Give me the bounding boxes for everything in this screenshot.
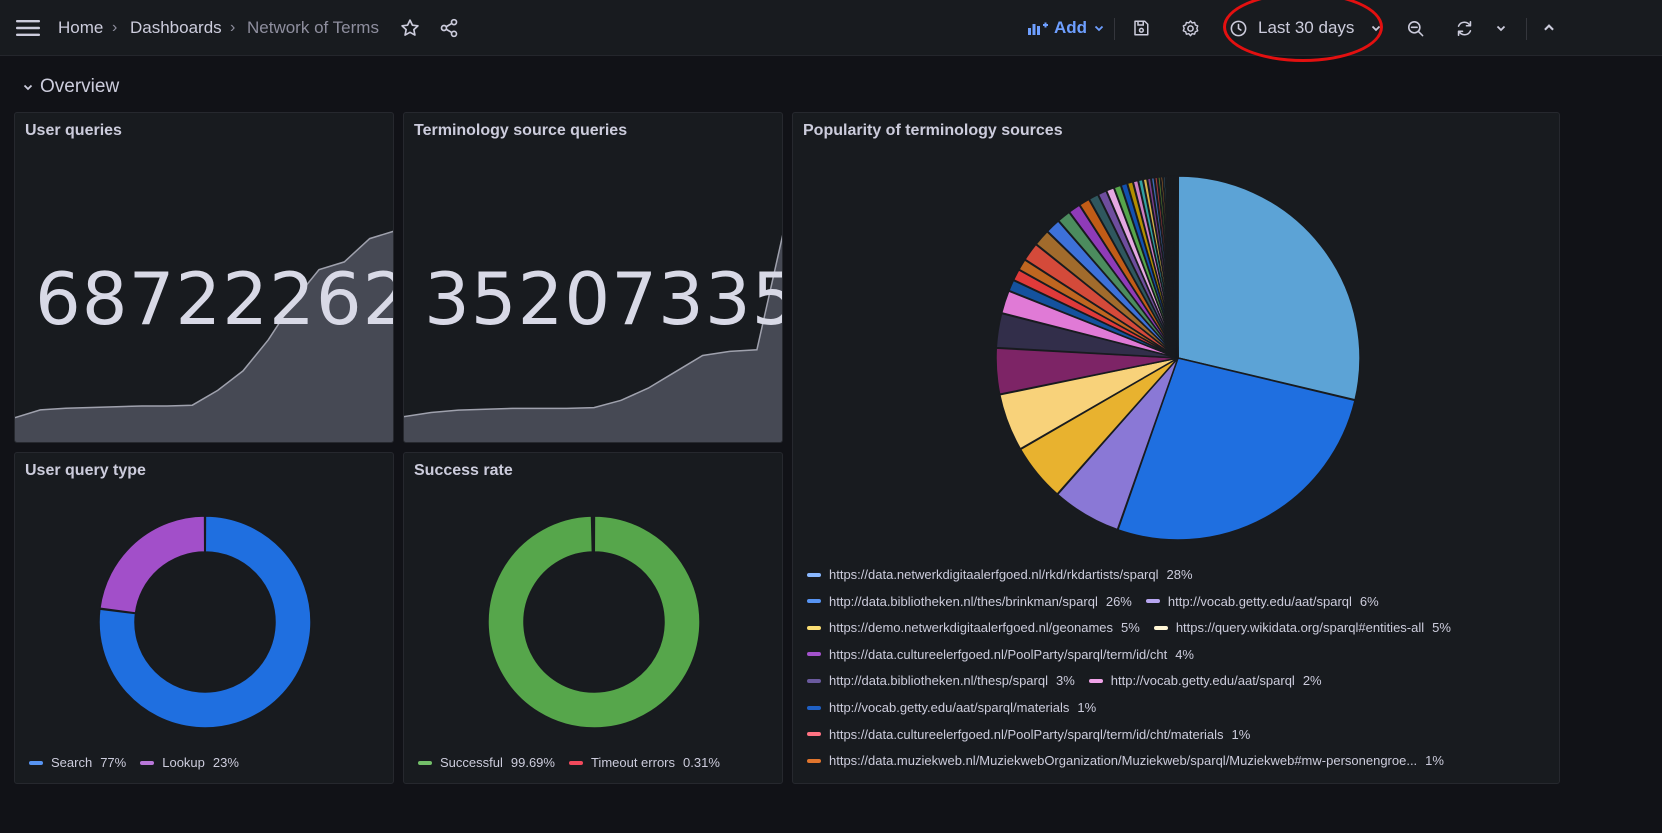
- popularity-pie: [995, 175, 1361, 541]
- chart-legend: Search 77% Lookup 23%: [29, 755, 253, 770]
- legend-label[interactable]: https://query.wikidata.org/sparql#entiti…: [1176, 620, 1424, 635]
- breadcrumb-home[interactable]: Home: [58, 0, 103, 56]
- breadcrumb-separator: ›: [112, 19, 118, 36]
- toolbar-divider: [1114, 18, 1115, 40]
- legend-value: 26%: [1105, 593, 1132, 609]
- legend-row: http://data.bibliotheken.nl/thes/brinkma…: [807, 594, 1393, 609]
- legend-value-successful: 99.69%: [510, 755, 555, 770]
- refresh-interval-chevron-icon[interactable]: [1494, 0, 1508, 56]
- legend-value: 1%: [1231, 726, 1251, 742]
- time-range-picker[interactable]: Last 30 days: [1229, 0, 1354, 56]
- legend-value-search: 77%: [100, 755, 127, 770]
- menu-icon[interactable]: [14, 0, 42, 56]
- panel-terminology-source-queries[interactable]: Terminology source queries 352073355: [403, 112, 783, 443]
- panel-success-rate[interactable]: Success rate Successful 99.69% Timeout e…: [403, 452, 783, 784]
- top-navbar: Home › Dashboards › Network of Terms Add…: [0, 0, 1662, 62]
- time-range-chevron-icon[interactable]: [1369, 0, 1383, 56]
- panel-popularity-terminology-sources[interactable]: Popularity of terminology sources https:…: [792, 112, 1560, 784]
- legend-label-lookup[interactable]: Lookup: [162, 755, 205, 770]
- legend-value: 5%: [1432, 620, 1451, 636]
- success-rate-donut: [487, 515, 701, 729]
- legend-label[interactable]: http://vocab.getty.edu/aat/sparql/materi…: [829, 700, 1069, 715]
- legend-label[interactable]: https://data.netwerkdigitaalerfgoed.nl/r…: [829, 567, 1159, 582]
- legend-label[interactable]: https://demo.netwerkdigitaalerfgoed.nl/g…: [829, 620, 1113, 635]
- legend-label[interactable]: http://data.bibliotheken.nl/thes/brinkma…: [829, 594, 1098, 609]
- row-title: Overview: [40, 76, 120, 97]
- row-overview-toggle[interactable]: Overview: [22, 74, 119, 100]
- legend-swatch: [1153, 625, 1168, 630]
- legend-row: http://vocab.getty.edu/aat/sparql/materi…: [807, 700, 1110, 715]
- legend-value: 1%: [1425, 753, 1444, 769]
- clock-icon: [1230, 20, 1247, 36]
- legend-swatch: [807, 652, 821, 657]
- legend-value: 1%: [1077, 700, 1097, 715]
- legend-value: 5%: [1121, 620, 1140, 636]
- panel-user-queries[interactable]: User queries 68722262: [14, 112, 394, 443]
- chart-legend: Successful 99.69% Timeout errors 0.31%: [418, 755, 734, 770]
- legend-swatch: [807, 758, 821, 763]
- breadcrumb-separator: ›: [230, 19, 236, 36]
- legend-value: 2%: [1302, 673, 1322, 689]
- panel-user-query-type[interactable]: User query type Search 77% Lookup 23%: [14, 452, 394, 784]
- pie-slice-other-30[interactable]: [1176, 175, 1179, 359]
- legend-value-lookup: 23%: [212, 755, 239, 770]
- save-icon[interactable]: [1129, 0, 1153, 56]
- legend-swatch: [807, 625, 821, 630]
- panel-title: Terminology source queries: [414, 122, 628, 139]
- legend-row: https://demo.netwerkdigitaalerfgoed.nl/g…: [807, 620, 1465, 635]
- legend-swatch: [807, 572, 821, 577]
- legend-swatch: [1145, 599, 1160, 604]
- legend-swatch-timeout: [568, 760, 583, 765]
- pie-slice-timeout[interactable]: [591, 515, 595, 553]
- share-icon[interactable]: [437, 0, 461, 56]
- legend-row: http://data.bibliotheken.nl/thesp/sparql…: [807, 673, 1336, 688]
- toolbar-divider: [1526, 18, 1527, 40]
- legend-label-successful[interactable]: Successful: [440, 755, 503, 770]
- add-button[interactable]: Add: [1028, 0, 1105, 56]
- legend-label-timeout[interactable]: Timeout errors: [591, 755, 675, 770]
- star-icon[interactable]: [398, 0, 422, 56]
- time-range-label: Last 30 days: [1258, 18, 1355, 37]
- legend-swatch-lookup: [140, 760, 155, 765]
- legend-label[interactable]: https://data.cultureelerfgoed.nl/PoolPar…: [829, 647, 1167, 662]
- legend-row: https://data.cultureelerfgoed.nl/PoolPar…: [807, 647, 1208, 662]
- legend-label[interactable]: http://vocab.getty.edu/aat/sparql: [1168, 594, 1352, 609]
- legend-value: 28%: [1166, 567, 1193, 582]
- breadcrumb-dashboards[interactable]: Dashboards: [130, 0, 222, 56]
- legend-swatch: [807, 732, 821, 737]
- legend-label[interactable]: https://data.cultureelerfgoed.nl/PoolPar…: [829, 727, 1224, 742]
- legend-swatch: [1088, 678, 1103, 683]
- refresh-icon[interactable]: [1452, 0, 1476, 56]
- collapse-icon[interactable]: [1540, 0, 1558, 56]
- settings-icon[interactable]: [1178, 0, 1202, 56]
- legend-label[interactable]: https://data.muziekweb.nl/MuziekwebOrgan…: [829, 753, 1417, 768]
- panel-title: User queries: [25, 122, 122, 139]
- legend-value-timeout: 0.31%: [683, 755, 720, 770]
- add-panel-icon: [1028, 22, 1048, 35]
- legend-value: 3%: [1055, 673, 1075, 689]
- legend-value: 4%: [1175, 646, 1194, 662]
- legend-swatch-search: [29, 760, 43, 765]
- legend-value: 6%: [1359, 593, 1379, 609]
- legend-row: https://data.muziekweb.nl/MuziekwebOrgan…: [807, 753, 1458, 768]
- zoom-out-icon[interactable]: [1403, 0, 1427, 56]
- legend-label-search[interactable]: Search: [51, 755, 92, 770]
- legend-swatch: [807, 599, 821, 604]
- chevron-down-icon: [1094, 25, 1104, 32]
- breadcrumb-current: Network of Terms: [247, 18, 379, 37]
- query-type-donut: [98, 515, 312, 729]
- stat-value: 352073355: [424, 257, 782, 341]
- add-label: Add: [1054, 18, 1088, 37]
- chevron-down-icon: [23, 84, 33, 91]
- legend-row: https://data.cultureelerfgoed.nl/PoolPar…: [807, 727, 1264, 742]
- legend-row: https://data.netwerkdigitaalerfgoed.nl/r…: [807, 567, 1207, 582]
- legend-swatch: [807, 705, 821, 710]
- legend-label[interactable]: http://vocab.getty.edu/aat/sparql: [1111, 673, 1295, 688]
- legend-label[interactable]: http://data.bibliotheken.nl/thesp/sparql: [829, 673, 1048, 688]
- stat-value: 68722262: [35, 257, 394, 341]
- legend-swatch: [807, 678, 821, 683]
- pie-slice-lookup[interactable]: [99, 515, 206, 614]
- legend-swatch-successful: [418, 760, 432, 765]
